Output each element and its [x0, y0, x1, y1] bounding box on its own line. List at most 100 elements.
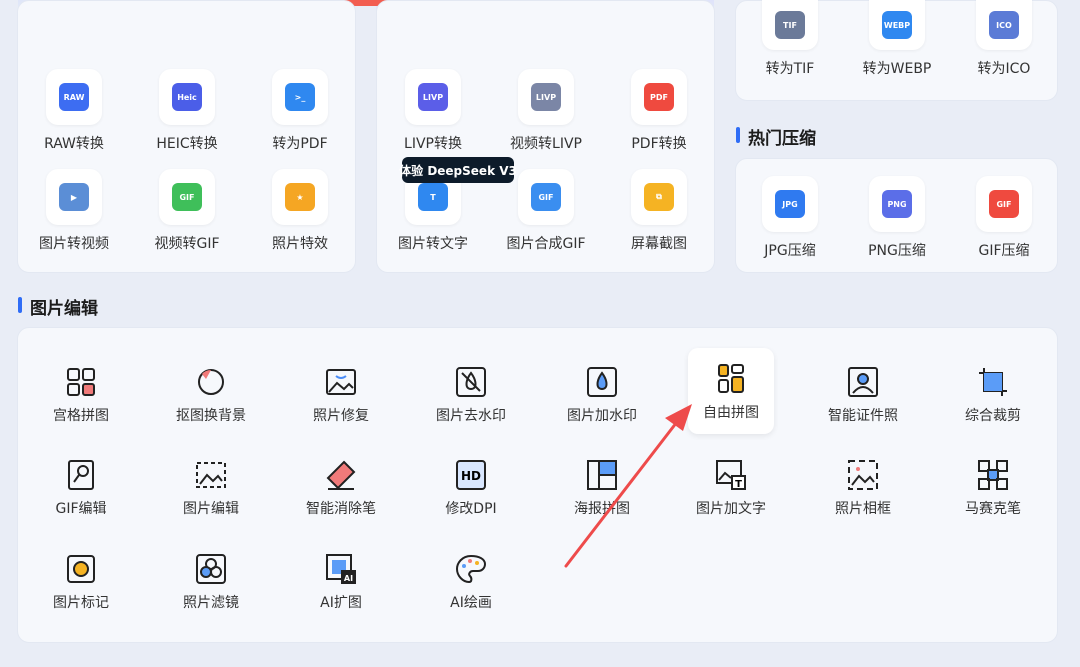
tool-mosaic[interactable]: 马赛克笔 — [928, 458, 1058, 518]
video-to-livp-icon: LIVP — [531, 83, 561, 111]
cutout-background-icon — [194, 365, 228, 399]
tool-id-photo[interactable]: 智能证件照 — [798, 365, 928, 425]
tool-label: 图片编辑 — [183, 501, 239, 517]
tool-label: 图片去水印 — [436, 408, 506, 424]
tool-label: GIF编辑 — [55, 501, 107, 517]
svg-text:AI: AI — [344, 574, 353, 583]
tool-label: 图片加文字 — [696, 501, 766, 517]
tool-add-watermark[interactable]: 图片加水印 — [537, 365, 667, 425]
gif-edit-icon — [64, 458, 98, 492]
grid-collage-icon — [64, 365, 98, 399]
tool-label: 综合裁剪 — [965, 408, 1021, 424]
deepseek-badge[interactable]: 体验 DeepSeek V3 — [399, 157, 517, 183]
tool-jpg-compress[interactable]: JPG JPG压缩 — [735, 176, 845, 260]
tool-label: 马赛克笔 — [965, 501, 1021, 517]
tool-label: 抠图换背景 — [176, 408, 246, 424]
tool-label: AI绘画 — [450, 595, 492, 611]
tool-label: 智能消除笔 — [306, 501, 376, 517]
gif-compose-icon: GIF — [531, 183, 561, 211]
tool-ai-expand[interactable]: AI AI扩图 — [276, 552, 406, 612]
tool-label: 图片加水印 — [567, 408, 637, 424]
tool-remove-watermark[interactable]: 图片去水印 — [406, 365, 536, 425]
svg-text:T: T — [735, 479, 742, 490]
edit-section-title: 图片编辑 — [18, 294, 98, 319]
poster-collage-icon — [585, 458, 619, 492]
heic-file-icon: Heic — [172, 83, 202, 111]
tool-gif-edit[interactable]: GIF编辑 — [16, 458, 146, 518]
tool-cutout-background[interactable]: 抠图换背景 — [146, 365, 276, 425]
remove-watermark-icon — [454, 365, 488, 399]
screenshot-icon: ⧉ — [644, 183, 674, 211]
compress-section-title: 热门压缩 — [736, 124, 816, 149]
tool-screenshot[interactable]: ⧉ 屏幕截图 — [604, 169, 714, 253]
photo-frame-icon — [846, 458, 880, 492]
tif-file-icon: TIF — [775, 11, 805, 39]
pdf-convert-icon: PDF — [644, 83, 674, 111]
tool-label: 照片修复 — [313, 408, 369, 424]
tool-heic-convert[interactable]: Heic HEIC转换 — [132, 69, 242, 153]
tool-crop[interactable]: 综合裁剪 — [928, 365, 1058, 425]
photo-effect-icon: ★ — [285, 183, 315, 211]
tool-free-collage[interactable]: 自由拼图 — [688, 348, 774, 434]
tool-label: 智能证件照 — [828, 408, 898, 424]
livp-file-icon: LIVP — [418, 83, 448, 111]
tool-video-to-gif[interactable]: GIF 视频转GIF — [132, 169, 242, 253]
tool-label: AI扩图 — [320, 595, 362, 611]
tool-label: 海报拼图 — [574, 501, 630, 517]
tool-photo-effect[interactable]: ★ 照片特效 — [245, 169, 355, 253]
tool-video-to-livp[interactable]: LIVP 视频转LIVP — [491, 69, 601, 153]
tool-to-pdf[interactable]: >_ 转为PDF — [245, 69, 355, 153]
raw-file-icon: RAW — [59, 83, 89, 111]
eraser-pen-icon — [324, 458, 358, 492]
add-text-icon: T — [714, 458, 748, 492]
tool-to-webp[interactable]: WEBP 转为WEBP — [842, 0, 952, 78]
tool-grid-collage[interactable]: 宫格拼图 — [16, 365, 146, 425]
ai-expand-icon: AI — [324, 552, 358, 586]
tool-label: 修改DPI — [445, 501, 497, 517]
video-to-gif-icon: GIF — [172, 183, 202, 211]
image-edit-icon — [194, 458, 228, 492]
tool-image-edit[interactable]: 图片编辑 — [146, 458, 276, 518]
ico-file-icon: ICO — [989, 11, 1019, 39]
image-to-text-icon: T — [418, 183, 448, 211]
tool-label: 照片相框 — [835, 501, 891, 517]
tool-to-tif[interactable]: TIF 转为TIF — [735, 0, 845, 78]
tool-ai-paint[interactable]: AI绘画 — [406, 552, 536, 612]
tool-label: 图片标记 — [53, 595, 109, 611]
tool-to-ico[interactable]: ICO 转为ICO — [949, 0, 1059, 78]
tool-photo-filter[interactable]: 照片滤镜 — [146, 552, 276, 612]
png-compress-icon: PNG — [882, 190, 912, 218]
tool-image-to-video[interactable]: ▶ 图片转视频 — [19, 169, 129, 253]
svg-text:HD: HD — [461, 469, 481, 483]
ai-paint-icon — [454, 552, 488, 586]
crop-icon — [976, 365, 1010, 399]
tool-image-mark[interactable]: 图片标记 — [16, 552, 146, 612]
tool-poster-collage[interactable]: 海报拼图 — [537, 458, 667, 518]
tool-png-compress[interactable]: PNG PNG压缩 — [842, 176, 952, 260]
gif-compress-icon: GIF — [989, 190, 1019, 218]
tool-add-text[interactable]: T 图片加文字 — [666, 458, 796, 518]
pdf-export-icon: >_ — [285, 83, 315, 111]
tool-livp-convert[interactable]: LIVP LIVP转换 — [378, 69, 488, 153]
photo-repair-icon — [324, 365, 358, 399]
image-mark-icon — [64, 552, 98, 586]
tool-photo-repair[interactable]: 照片修复 — [276, 365, 406, 425]
tool-label: 宫格拼图 — [53, 408, 109, 424]
tool-gif-compress[interactable]: GIF GIF压缩 — [949, 176, 1059, 260]
tool-eraser-pen[interactable]: 智能消除笔 — [276, 458, 406, 518]
tool-raw-convert[interactable]: RAW RAW转换 — [19, 69, 129, 153]
webp-file-icon: WEBP — [882, 11, 912, 39]
add-watermark-icon — [585, 365, 619, 399]
jpg-compress-icon: JPG — [775, 190, 805, 218]
free-collage-icon — [714, 362, 748, 396]
id-photo-icon — [846, 365, 880, 399]
mosaic-icon — [976, 458, 1010, 492]
tool-hd-dpi[interactable]: HD 修改DPI — [406, 458, 536, 518]
image-to-video-icon: ▶ — [59, 183, 89, 211]
tool-pdf-convert[interactable]: PDF PDF转换 — [604, 69, 714, 153]
tool-label: 自由拼图 — [703, 405, 759, 421]
tool-label: 照片滤镜 — [183, 595, 239, 611]
photo-filter-icon — [194, 552, 228, 586]
hd-dpi-icon: HD — [454, 458, 488, 492]
tool-photo-frame[interactable]: 照片相框 — [798, 458, 928, 518]
